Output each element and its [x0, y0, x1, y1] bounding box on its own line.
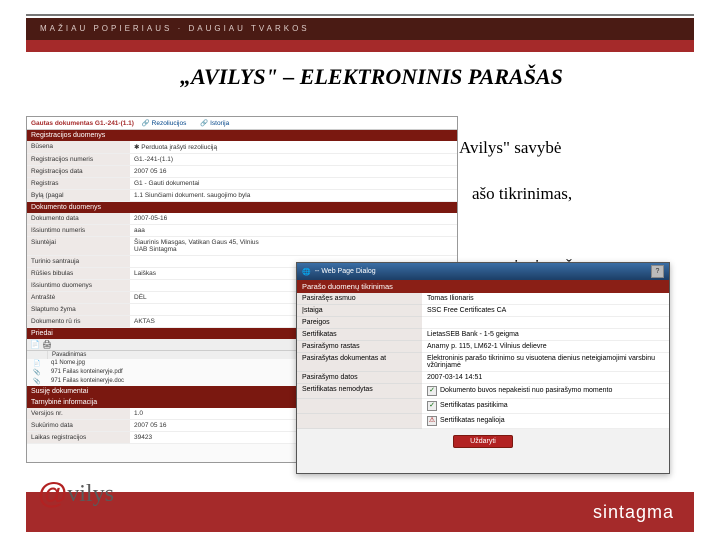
- check-icon: ✓: [427, 386, 437, 396]
- val-signdate: 2007-03-14 14:51: [422, 372, 669, 384]
- lbl-blank2: [297, 414, 422, 429]
- tab-resolutions[interactable]: 🔗 Rezoliucijos: [142, 120, 193, 127]
- label-version: Versijos nr.: [27, 408, 130, 419]
- avilys-logo: @ vilys: [38, 468, 168, 520]
- lbl-blank1: [297, 399, 422, 414]
- label-regnum: Registracijos numeris: [27, 154, 130, 165]
- label-created: Sukūrimo data: [27, 420, 130, 431]
- form-tabs: Gautas dokumentas G1.-241-(1.1) 🔗 Rezoli…: [27, 117, 457, 130]
- label-regtime: Laikas registracijos: [27, 432, 130, 443]
- logo-at-icon: @: [38, 477, 67, 511]
- lbl-org: Įstaiga: [297, 305, 422, 317]
- footer-brand: sintagma: [593, 502, 674, 523]
- dialog-title: -- Web Page Dialog: [315, 268, 376, 275]
- val-chk2: ⚠Sertifikatas negalioja: [422, 414, 669, 429]
- lbl-position: Pareigos: [297, 317, 422, 329]
- label-regdate: Registracijos data: [27, 166, 130, 177]
- bullet-1: "Avilys" savybė: [452, 138, 561, 158]
- label-secret: Slaptumo žyma: [27, 304, 130, 315]
- file-name: q1 Nome.jpg: [47, 359, 89, 368]
- logo-text: vilys: [67, 481, 114, 508]
- dialog-titlebar: 🌐 -- Web Page Dialog ?: [297, 263, 669, 280]
- label-title2: Antraštė: [27, 292, 130, 303]
- label-register: Registras: [27, 178, 130, 189]
- section-docdata: Dokumento duomenys: [27, 202, 457, 213]
- val-signer: Tomas Ilionaris: [422, 293, 669, 305]
- value-senders: Šiaurinis Miasgas, Vatikan Gaus 45, Viln…: [130, 237, 457, 255]
- val-org: SSC Free Certificates CA: [422, 305, 669, 317]
- label-status: Būsena: [27, 141, 130, 153]
- bullet-2: ašo tikrinimas,: [472, 184, 572, 204]
- top-tagline: MAŽIAU POPIERIAUS · DAUGIAU TVARKOS: [26, 18, 694, 40]
- label-doctype: Dokumento rū ris: [27, 316, 130, 327]
- label-file: Bylą (pagal: [27, 190, 130, 201]
- lbl-certunmod: Sertifikatas nemodytas: [297, 384, 422, 399]
- window-icon: 🌐: [302, 268, 311, 276]
- value-regnum: G1.-241-(1.1): [130, 154, 457, 165]
- tab-history[interactable]: 🔗 Istorija: [200, 120, 235, 127]
- top-accent-bar: [26, 40, 694, 52]
- signature-check-dialog: 🌐 -- Web Page Dialog ? Parašo duomenų ti…: [296, 262, 670, 474]
- value-sendnum: aaa: [130, 225, 457, 236]
- val-signeddoc: Elektroninis parašo tikrinimo su visuote…: [422, 353, 669, 372]
- label-kind: Rūšies bibulas: [27, 268, 130, 279]
- val-signloc: Anarny p. 115, LM62-1 Vilnius delievre: [422, 341, 669, 353]
- tab-document[interactable]: Gautas dokumentas G1.-241-(1.1): [31, 120, 134, 127]
- file-icon: 📄: [27, 359, 47, 368]
- page-title: „AVILYS" – ELEKTRONINIS PARAŠAS: [180, 64, 563, 90]
- attach-toolbar-2[interactable]: 🖨: [42, 340, 52, 349]
- label-summary: Turinio santrauja: [27, 256, 130, 267]
- dialog-sectionbar: Parašo duomenų tikrinimas: [297, 280, 669, 293]
- file-icon: 📎: [27, 368, 47, 377]
- lbl-cert: Sertifikatas: [297, 329, 422, 341]
- label-docdate: Dokumento data: [27, 213, 130, 224]
- value-file: 1.1 Siunčiami dokument. saugojimo byla: [130, 190, 457, 201]
- val-certunmod: ✓Dokumento buvos nepakeisti nuo pasirašy…: [422, 384, 669, 399]
- warning-icon: ⚠: [427, 416, 437, 426]
- lbl-signdate: Pasirašymo datos: [297, 372, 422, 384]
- value-register: G1 - Gauti dokumentai: [130, 178, 457, 189]
- file-icon: 📎: [27, 377, 47, 386]
- val-position: [422, 317, 669, 329]
- attach-toolbar-1[interactable]: 📄: [30, 340, 40, 349]
- lbl-signloc: Pasirašymo rastas: [297, 341, 422, 353]
- file-name: 971 Failas konteineryje.pdf: [47, 368, 127, 377]
- label-senders: Siuntėjai: [27, 237, 130, 255]
- help-button[interactable]: ?: [651, 265, 664, 278]
- val-chk1: ✓Sertifikatas pasitikima: [422, 399, 669, 414]
- col-icon: [27, 351, 48, 359]
- value-docdate: 2007-05-16: [130, 213, 457, 224]
- check-icon: ✓: [427, 401, 437, 411]
- value-regdate: 2007 05 16: [130, 166, 457, 177]
- label-sendnum: Išsiuntimo numeris: [27, 225, 130, 236]
- lbl-signer: Pasirašęs asmuo: [297, 293, 422, 305]
- value-status: ✱ Perduota įrašyti rezoliuciją: [130, 141, 457, 153]
- lbl-signeddoc: Pasirašytas dokumentas at: [297, 353, 422, 372]
- val-cert: LietasSEB Bank - 1-5 geigma: [422, 329, 669, 341]
- label-senddata: Išsiuntimo duomenys: [27, 280, 130, 291]
- section-registration: Registracijos duomenys: [27, 130, 457, 141]
- close-button[interactable]: Uždaryti: [453, 435, 513, 448]
- file-name: 971 Failas konteineryje.doc: [47, 377, 128, 386]
